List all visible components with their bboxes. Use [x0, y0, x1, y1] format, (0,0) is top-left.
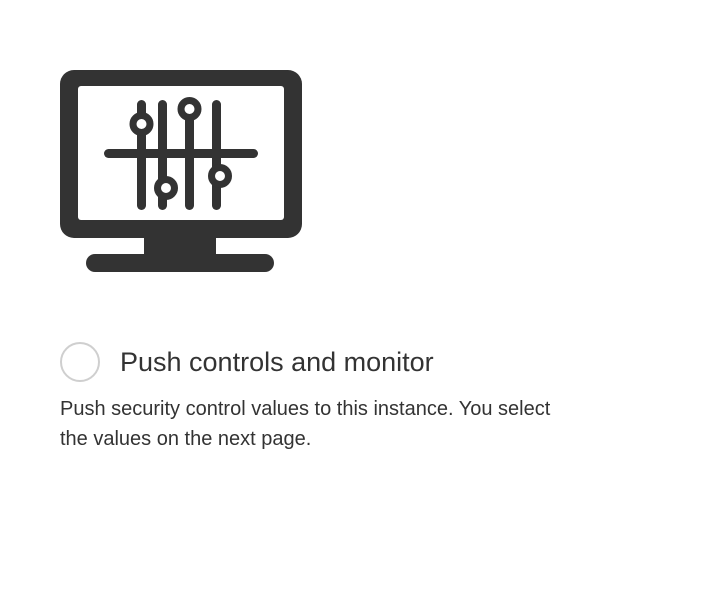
push-controls-radio[interactable]	[60, 342, 100, 382]
push-controls-option[interactable]: Push controls and monitor Push security …	[60, 340, 620, 454]
option-header[interactable]: Push controls and monitor	[60, 340, 620, 384]
monitor-sliders-icon	[58, 68, 304, 274]
option-title: Push controls and monitor	[120, 347, 434, 377]
option-description: Push security control values to this ins…	[60, 398, 551, 450]
